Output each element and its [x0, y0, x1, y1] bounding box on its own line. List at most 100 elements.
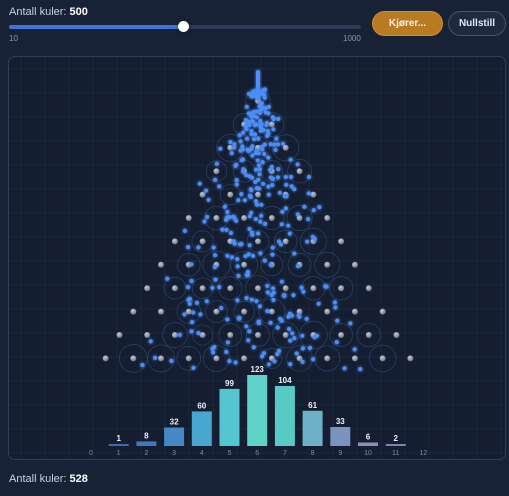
peg: [213, 308, 220, 315]
ball: [262, 151, 267, 157]
peg: [116, 332, 123, 338]
ball: [306, 217, 311, 222]
ball: [276, 239, 282, 244]
peg: [213, 215, 220, 221]
ball: [295, 212, 300, 217]
ball: [268, 142, 273, 147]
ball: [271, 286, 276, 291]
peg: [144, 285, 151, 292]
ball: [254, 202, 260, 207]
ball: [264, 120, 270, 125]
ball: [191, 365, 196, 370]
ball: [300, 359, 305, 364]
ball: [238, 139, 243, 144]
ball: [311, 208, 316, 213]
histogram-bin-label: 11: [392, 450, 399, 457]
ball: [190, 320, 195, 325]
ball: [257, 172, 262, 177]
ball: [210, 285, 215, 290]
ball: [306, 191, 311, 196]
ball: [273, 147, 278, 152]
ball: [316, 301, 321, 306]
ball: [306, 174, 312, 180]
reset-button[interactable]: Nullstill: [448, 11, 506, 36]
ball: [250, 232, 255, 237]
peg: [338, 285, 345, 292]
peg: [130, 355, 137, 362]
ball: [263, 221, 268, 226]
ball: [244, 173, 249, 178]
ball: [300, 346, 305, 351]
ball: [231, 239, 236, 244]
ball: [257, 104, 262, 109]
histogram-value-label: 104: [278, 376, 292, 385]
peg: [185, 308, 192, 315]
histogram-bin-label: 7: [283, 450, 287, 457]
histogram-value-label: 123: [251, 365, 265, 374]
ball: [165, 276, 170, 281]
ball: [276, 116, 281, 121]
histogram-bar-6: [247, 375, 268, 446]
peg: [158, 355, 165, 362]
ball: [301, 289, 306, 294]
ball: [262, 258, 267, 263]
ball: [225, 209, 230, 215]
histogram-bar-9: [330, 427, 351, 446]
ball: [272, 142, 277, 147]
ball: [248, 194, 253, 200]
ball: [246, 338, 251, 343]
ball: [279, 279, 284, 284]
ball: [206, 197, 211, 202]
ball: [290, 331, 295, 336]
ball: [187, 296, 192, 301]
ball: [257, 167, 262, 172]
peg: [241, 261, 248, 268]
ball: [229, 151, 234, 156]
ball: [261, 106, 266, 111]
ball: [217, 184, 222, 189]
ball: [218, 146, 223, 151]
ball: [272, 359, 277, 364]
ball: [253, 216, 258, 222]
ball: [253, 167, 259, 172]
ball: [246, 111, 251, 116]
ball: [266, 192, 271, 197]
peg: [338, 238, 345, 245]
peg: [324, 215, 331, 221]
histogram-bar-5: [219, 388, 240, 446]
peg: [171, 285, 178, 292]
ball: [288, 157, 293, 162]
ball: [224, 227, 229, 232]
ball: [210, 346, 215, 351]
peg: [324, 261, 331, 268]
histogram-bin-label: 12: [420, 450, 428, 457]
ball: [235, 298, 240, 303]
histogram-value-label: 1: [116, 434, 121, 443]
peg: [351, 308, 358, 315]
run-button[interactable]: Kjører...: [372, 11, 443, 36]
ball: [283, 174, 288, 180]
peg: [365, 285, 372, 292]
ball: [278, 316, 283, 321]
ball: [191, 310, 196, 315]
ball: [177, 332, 182, 337]
ball: [276, 167, 281, 172]
ball: [250, 144, 255, 149]
ball: [249, 210, 254, 215]
peg: [310, 285, 317, 292]
ball: [332, 300, 337, 305]
ball: [294, 351, 299, 356]
slider-thumb[interactable]: [178, 21, 190, 32]
ball: [237, 133, 242, 138]
histogram-bar-11: [385, 444, 406, 446]
ball: [250, 153, 255, 158]
ball: [299, 285, 304, 290]
peg: [282, 238, 289, 245]
ball: [211, 350, 216, 355]
ball: [291, 293, 296, 298]
ball: [333, 305, 338, 310]
peg: [282, 285, 289, 292]
peg: [255, 285, 261, 292]
peg: [144, 332, 151, 338]
ball-count-slider[interactable]: [9, 21, 361, 33]
